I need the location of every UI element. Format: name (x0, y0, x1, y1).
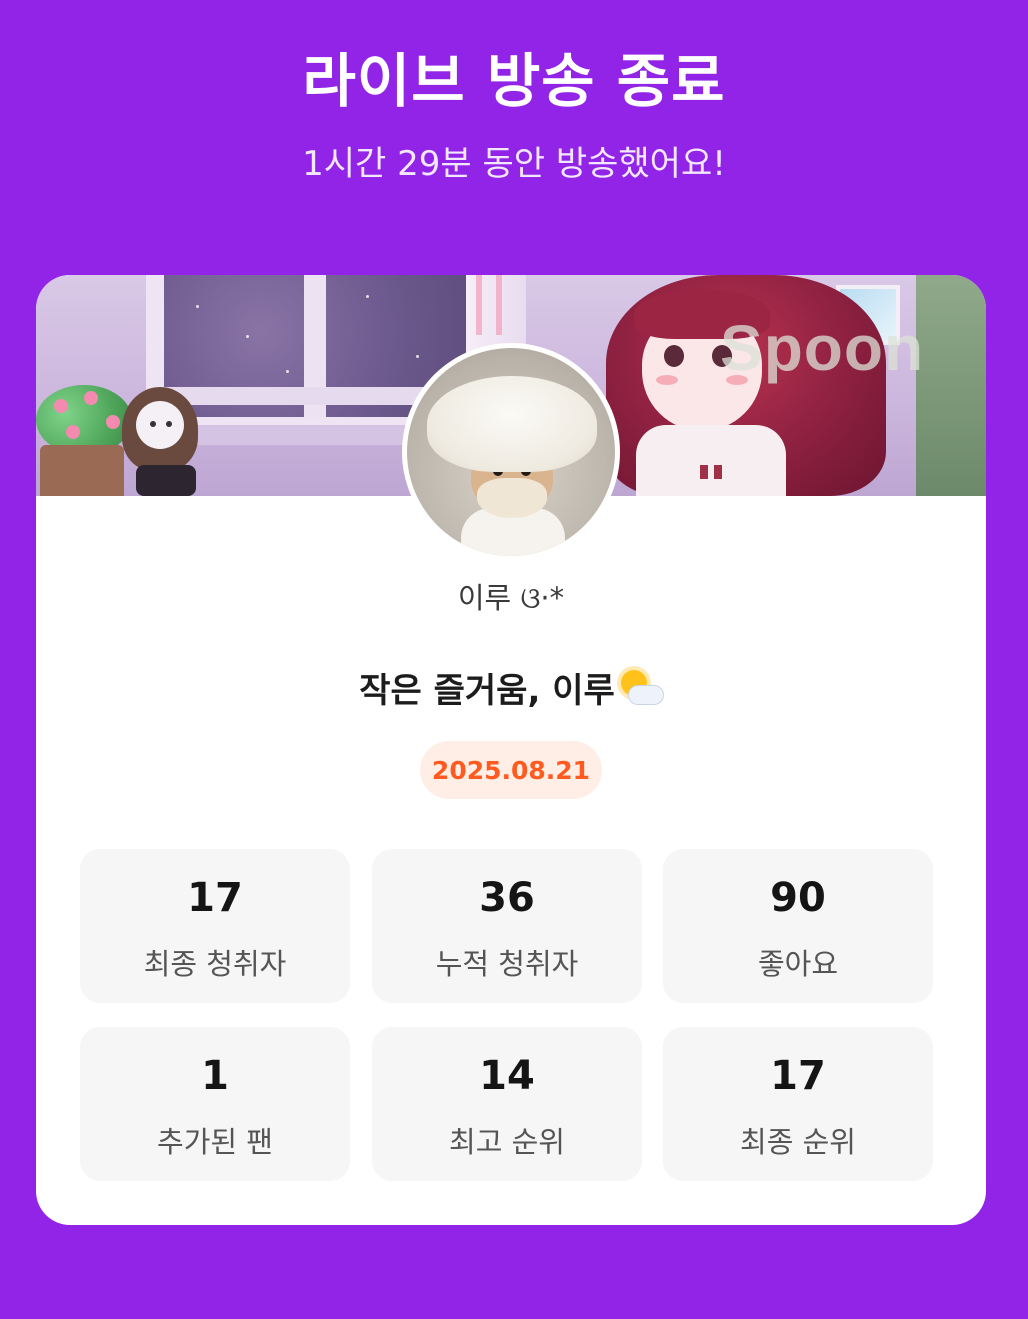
room-title: 작은 즐거움, 이루 (36, 663, 986, 712)
stat-label: 좋아요 (757, 947, 839, 981)
stats-grid: 17 최종 청취자 36 누적 청취자 90 좋아요 1 추가된 팬 14 최고… (80, 849, 933, 1181)
broadcast-summary-card: Spoon 이루 ଓ·* 작은 즐거움, 이루 2025.08.21 17 최종… (36, 275, 986, 1225)
stat-label: 추가된 팬 (157, 1125, 273, 1159)
stat-tile-best-rank: 14 최고 순위 (372, 1027, 642, 1181)
page-title: 라이브 방송 종료 (302, 47, 726, 115)
broadcast-end-screen: 라이브 방송 종료 1시간 29분 동안 방송했어요! Spoon 이루 ଓ·*… (0, 0, 1028, 1319)
sun-behind-cloud-icon (617, 668, 663, 708)
stat-value: 1 (201, 1053, 229, 1099)
spoon-watermark: Spoon (720, 312, 925, 384)
stat-tile-final-listeners: 17 최종 청취자 (80, 849, 350, 1003)
dj-nickname[interactable]: 이루 ଓ·* (36, 575, 986, 617)
broadcast-date-badge: 2025.08.21 (420, 741, 602, 799)
stat-tile-final-rank: 17 최종 순위 (663, 1027, 933, 1181)
stat-tile-new-fans: 1 추가된 팬 (80, 1027, 350, 1181)
stat-tile-total-listeners: 36 누적 청취자 (372, 849, 642, 1003)
stat-value: 90 (770, 875, 826, 921)
dj-avatar[interactable] (402, 343, 620, 561)
stat-value: 17 (187, 875, 243, 921)
stat-tile-likes: 90 좋아요 (663, 849, 933, 1003)
room-title-text: 작은 즐거움, 이루 (359, 671, 615, 711)
broadcast-duration-text: 1시간 29분 동안 방송했어요! (302, 144, 726, 184)
stat-value: 36 (479, 875, 535, 921)
stat-label: 최고 순위 (449, 1125, 565, 1159)
stat-label: 최종 순위 (740, 1125, 856, 1159)
stat-label: 누적 청취자 (435, 947, 579, 981)
stat-value: 17 (770, 1053, 826, 1099)
stat-label: 최종 청취자 (143, 947, 287, 981)
stat-value: 14 (479, 1053, 535, 1099)
